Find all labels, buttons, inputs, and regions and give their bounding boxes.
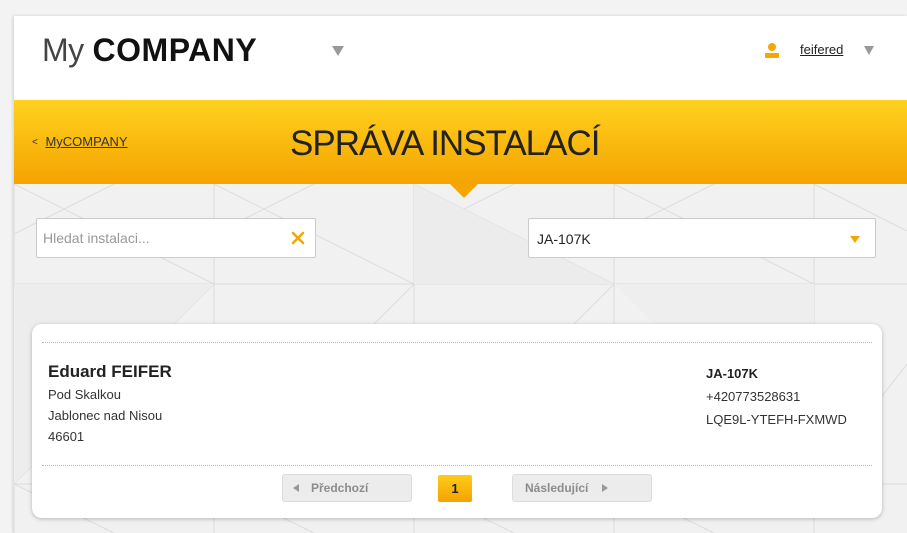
customer-city: Jablonec nad Nisou <box>48 408 163 423</box>
search-input[interactable] <box>43 219 273 257</box>
page-title: SPRÁVA INSTALACÍ <box>290 124 600 163</box>
device-phone: +420773528631 <box>706 389 801 404</box>
device-id: JA-107K <box>706 366 759 381</box>
page-1-button[interactable]: 1 <box>438 475 472 502</box>
installation-select[interactable]: JA-107K <box>528 218 876 258</box>
back-link[interactable]: < MyCOMPANY <box>32 134 128 149</box>
installation-card: Eduard FEIFER Pod Skalkou Jablonec nad N… <box>32 324 882 518</box>
customer-zip: 46601 <box>48 429 85 444</box>
next-page-label: Následující <box>525 481 589 495</box>
select-value: JA-107K <box>537 231 591 247</box>
chevron-down-icon <box>850 236 860 243</box>
chevron-left-icon <box>293 484 299 492</box>
logo-bold-text: COMPANY <box>92 32 258 68</box>
customer-street: Pod Skalkou <box>48 387 121 402</box>
user-menu-link[interactable]: feifered <box>800 42 843 57</box>
chevron-right-icon <box>602 484 609 492</box>
logo-light-text: My <box>42 32 84 68</box>
customer-name: Eduard FEIFER <box>48 362 172 381</box>
next-page-button[interactable]: Následující <box>512 474 652 502</box>
banner-pointer <box>450 184 478 198</box>
user-icon <box>765 43 779 58</box>
previous-page-label: Předchozí <box>311 481 369 495</box>
company-menu-caret-icon[interactable] <box>332 46 344 56</box>
back-chevron-icon: < <box>32 137 38 148</box>
previous-page-button[interactable]: Předchozí <box>282 474 412 502</box>
back-link-label: MyCOMPANY <box>45 134 128 149</box>
registration-code: LQE9L-YTEFH-FXMWD <box>706 412 847 427</box>
search-field <box>36 218 316 258</box>
close-icon[interactable] <box>290 230 306 246</box>
user-menu-caret-icon[interactable] <box>864 46 874 55</box>
company-logo[interactable]: My COMPANY <box>42 32 257 68</box>
divider <box>42 465 872 466</box>
page-frame: My COMPANY feifered < MyCOMPANY SPRÁVA I… <box>14 16 907 533</box>
divider <box>42 342 872 343</box>
top-bar: My COMPANY feifered <box>14 16 907 100</box>
